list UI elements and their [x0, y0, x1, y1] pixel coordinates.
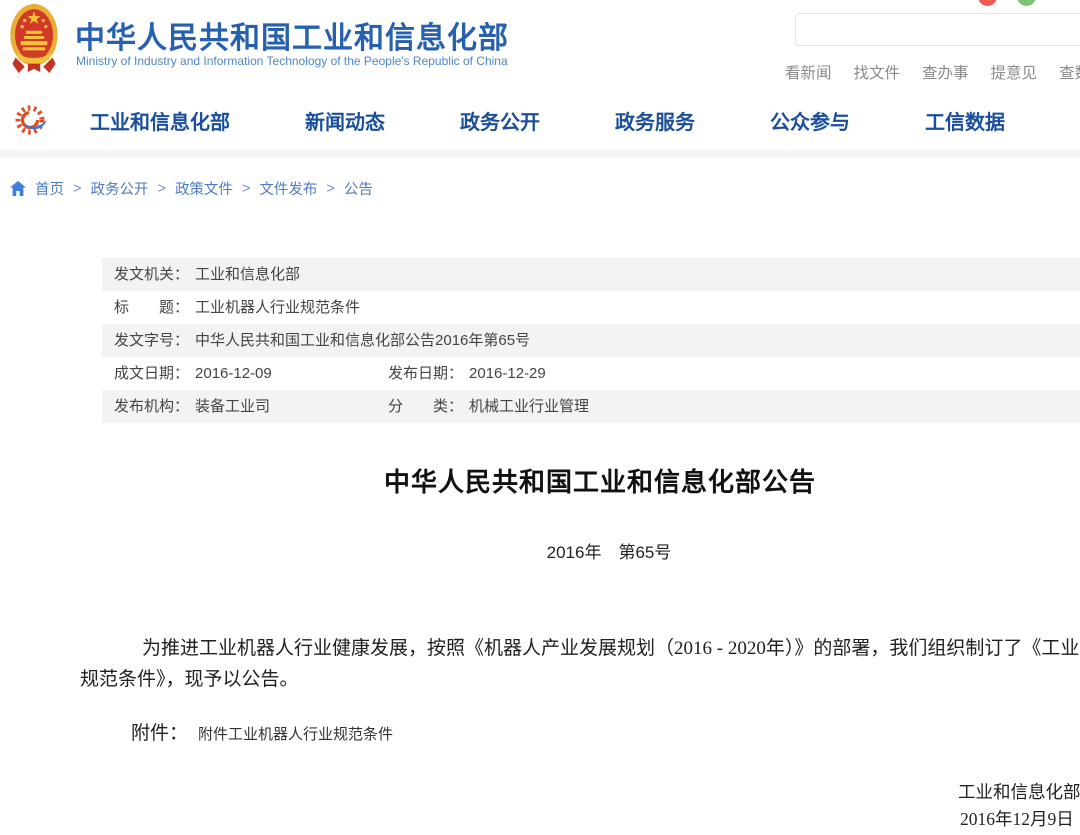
meta-label: 成文日期：: [114, 365, 189, 382]
document-meta-table: 发文机关： 工业和信息化部 标 题： 工业机器人行业规范条件 发文字号： 中华人民共和…: [102, 258, 1080, 423]
body-paragraph-line-2: 规范条件》，现予以公告。: [80, 664, 299, 691]
meta-label: 发文机关：: [114, 266, 189, 283]
nav-item-miit[interactable]: 工业和信息化部: [90, 106, 230, 135]
breadcrumb-separator: >: [242, 181, 250, 197]
nav-items: 工业和信息化部 新闻动态 政务公开 政务服务 公众参与 工信数据: [90, 90, 1005, 150]
quick-link-services[interactable]: 查办事: [922, 61, 969, 83]
site-title[interactable]: 中华人民共和国工业和信息化部: [75, 13, 509, 57]
meta-cell-category: 分 类： 机械工业行业管理: [388, 390, 589, 423]
signature-date: 2016年12月9日: [960, 806, 1074, 831]
meta-row-doc-number: 发文字号： 中华人民共和国工业和信息化部公告2016年第65号: [102, 324, 1080, 357]
document-title: 中华人民共和国工业和信息化部公告: [0, 462, 1080, 499]
quick-link-documents[interactable]: 找文件: [854, 61, 901, 83]
red-dot-icon: [978, 0, 997, 6]
meta-value: 2016-12-09: [195, 365, 272, 382]
meta-row-dates: 成文日期： 2016-12-09 发布日期： 2016-12-29: [102, 357, 1080, 390]
home-icon[interactable]: [10, 181, 26, 196]
meta-label: 分 类：: [388, 398, 463, 415]
attachment-row: 附件： 附件工业机器人行业规范条件: [131, 718, 393, 745]
meta-value: 2016-12-29: [469, 365, 546, 382]
body-paragraph-line-1: 为推进工业机器人行业健康发展，按照《机器人产业发展规划（2016 - 2020年…: [142, 633, 1080, 660]
meta-value: 机械工业行业管理: [469, 398, 589, 415]
search-input[interactable]: [795, 13, 1080, 46]
breadcrumb-separator: >: [326, 181, 334, 197]
quick-links: 看新闻 找文件 查办事 提意见 查数据: [785, 61, 1080, 83]
meta-cell-publish-date: 发布日期： 2016-12-29: [388, 357, 546, 390]
national-emblem-icon: [6, 2, 62, 74]
breadcrumb-document-release[interactable]: 文件发布: [259, 178, 317, 199]
nav-item-news[interactable]: 新闻动态: [305, 106, 385, 135]
meta-value: 工业机器人行业规范条件: [195, 299, 360, 316]
breadcrumb-home[interactable]: 首页: [35, 178, 64, 199]
document-number: 2016年 第65号: [0, 538, 1080, 563]
breadcrumb-gov-disclosure[interactable]: 政务公开: [90, 178, 148, 199]
nav-item-gov-disclosure[interactable]: 政务公开: [460, 106, 540, 135]
meta-row-agency-category: 发布机构： 装备工业司 分 类： 机械工业行业管理: [102, 390, 1080, 423]
quick-link-data[interactable]: 查数据: [1059, 61, 1080, 83]
breadcrumb: 首页 > 政务公开 > 政策文件 > 文件发布 > 公告: [10, 178, 373, 199]
meta-label: 发布机构：: [114, 398, 189, 415]
meta-value: 装备工业司: [195, 398, 270, 415]
attachment-label: 附件：: [131, 723, 188, 744]
meta-row-issuing-agency: 发文机关： 工业和信息化部: [102, 258, 1080, 291]
meta-label: 发文字号：: [114, 332, 189, 349]
quick-link-feedback[interactable]: 提意见: [991, 61, 1038, 83]
meta-value: 工业和信息化部: [195, 266, 300, 283]
nav-item-gov-services[interactable]: 政务服务: [615, 106, 695, 135]
site-subtitle: Ministry of Industry and Information Tec…: [76, 54, 508, 68]
meta-value: 中华人民共和国工业和信息化部公告2016年第65号: [195, 332, 530, 349]
breadcrumb-separator: >: [157, 181, 165, 197]
main-nav: 工业和信息化部 新闻动态 政务公开 政务服务 公众参与 工信数据: [0, 90, 1080, 150]
miit-gear-logo-icon[interactable]: [12, 100, 52, 140]
breadcrumb-policy-documents[interactable]: 政策文件: [175, 178, 233, 199]
meta-row-title: 标 题： 工业机器人行业规范条件: [102, 291, 1080, 324]
breadcrumb-separator: >: [73, 181, 81, 197]
green-dot-icon: [1017, 0, 1036, 6]
meta-label: 标 题：: [114, 299, 189, 316]
nav-item-public-participation[interactable]: 公众参与: [770, 106, 850, 135]
meta-label: 发布日期：: [388, 365, 463, 382]
signature-agency: 工业和信息化部: [958, 779, 1080, 804]
quick-link-news[interactable]: 看新闻: [785, 61, 832, 83]
breadcrumb-announcement[interactable]: 公告: [344, 178, 373, 199]
nav-item-miit-data[interactable]: 工信数据: [925, 106, 1005, 135]
nav-divider: [0, 150, 1080, 158]
attachment-link[interactable]: 附件工业机器人行业规范条件: [198, 727, 393, 743]
site-header: 中华人民共和国工业和信息化部 Ministry of Industry and …: [0, 0, 1080, 90]
